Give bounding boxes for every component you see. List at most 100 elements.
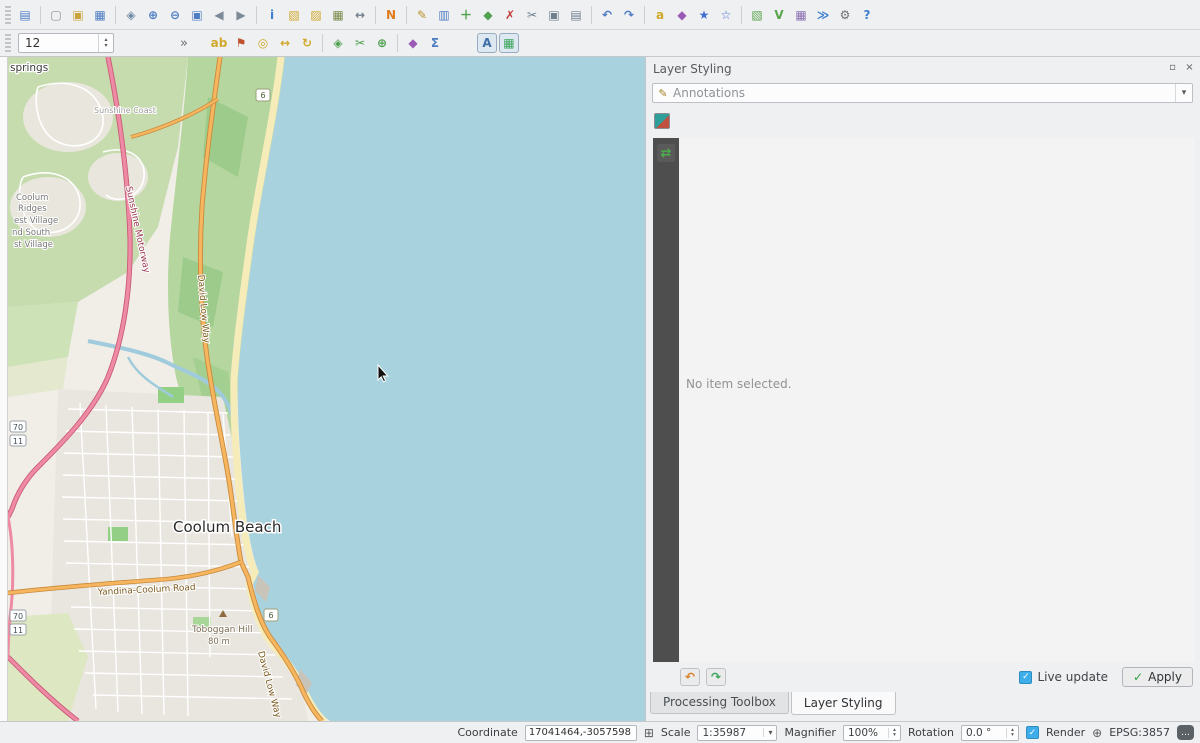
merge-features-icon[interactable]: ⊕: [372, 33, 392, 53]
messages-button[interactable]: …: [1177, 725, 1194, 740]
style-redo-button[interactable]: ↷: [706, 668, 726, 686]
crs-label[interactable]: EPSG:3857: [1109, 726, 1170, 739]
split-features-icon[interactable]: ✂: [350, 33, 370, 53]
undo-icon[interactable]: ↶: [597, 5, 617, 25]
panel-title: Layer Styling: [653, 62, 732, 76]
vertex-tool-icon[interactable]: ◆: [478, 5, 498, 25]
pan-map-icon[interactable]: ◈: [121, 5, 141, 25]
annotations-layer-icon: ✎: [653, 87, 673, 100]
text-annotation-icon[interactable]: A: [477, 33, 497, 53]
panel-window-buttons: ▫ ×: [1166, 61, 1196, 74]
svg-text:6: 6: [260, 91, 265, 100]
processing-toolbox-icon[interactable]: ⚙: [835, 5, 855, 25]
toggle-editing-icon[interactable]: ✎: [412, 5, 432, 25]
panel-bottom-bar: ↶ ↷ ✓ Live update ✓ Apply: [646, 665, 1200, 689]
coordinate-input[interactable]: [525, 725, 637, 741]
diagram-options-icon[interactable]: ◆: [403, 33, 423, 53]
qgis-window: ▤▢▣▦◈⊕⊖▣◀▶i▧▨▦↔N✎▥＋◆✗✂▣▤↶↷a◆★☆▧V▦≫⚙? 12 …: [0, 0, 1200, 743]
open-project-icon[interactable]: ▣: [68, 5, 88, 25]
toolbar-overflow-chevron[interactable]: »: [180, 36, 188, 51]
magnifier-spinner[interactable]: 100% ▴ ▾: [843, 725, 901, 741]
map-label-town: Coolum Beach: [173, 518, 281, 536]
crs-globe-icon[interactable]: ⊕: [1092, 726, 1102, 740]
cut-features-icon[interactable]: ✂: [522, 5, 542, 25]
add-vector-layer-icon[interactable]: V: [769, 5, 789, 25]
style-undo-button[interactable]: ↶: [680, 668, 700, 686]
paste-features-icon[interactable]: ▤: [566, 5, 586, 25]
extents-toggle-icon[interactable]: ⊞: [644, 726, 654, 740]
tab-layer-styling[interactable]: Layer Styling: [791, 692, 896, 715]
font-size-spinner[interactable]: ▴ ▾: [98, 34, 113, 52]
symbology-tab-icon[interactable]: [654, 113, 670, 129]
rotate-label-icon[interactable]: ↻: [297, 33, 317, 53]
deselect-features-icon[interactable]: ▨: [306, 5, 326, 25]
font-size-combo[interactable]: 12 ▴ ▾: [18, 33, 114, 53]
attribute-table-icon[interactable]: ▦: [328, 5, 348, 25]
zoom-next-icon[interactable]: ▶: [231, 5, 251, 25]
map-label-hill-elev: 80 m: [208, 637, 230, 647]
scale-dropdown-icon[interactable]: ▾: [763, 728, 776, 737]
toolbar-separator: [644, 6, 645, 24]
measure-icon[interactable]: ↔: [350, 5, 370, 25]
layer-select-dropdown[interactable]: ✎ Annotations ▾: [652, 83, 1193, 103]
toolbar-separator: [741, 6, 742, 24]
map-label-hill: Toboggan Hill: [191, 625, 252, 635]
collapsed-left-panel[interactable]: [0, 57, 8, 721]
new-project-icon[interactable]: ▢: [46, 5, 66, 25]
styling-tabs-strip[interactable]: ⇄: [653, 138, 679, 662]
zoom-last-icon[interactable]: ◀: [209, 5, 229, 25]
close-panel-icon[interactable]: ×: [1183, 61, 1196, 74]
open-data-source-manager-icon[interactable]: ▤: [15, 5, 35, 25]
add-raster-layer-icon[interactable]: ▦: [791, 5, 811, 25]
apply-button[interactable]: ✓ Apply: [1122, 667, 1193, 687]
highlight-labels-icon[interactable]: ◎: [253, 33, 273, 53]
show-bookmarks-icon[interactable]: ☆: [716, 5, 736, 25]
toolbar-separator: [322, 34, 323, 52]
select-features-icon[interactable]: ▧: [284, 5, 304, 25]
render-checkbox[interactable]: ✓: [1026, 726, 1039, 739]
toolbar-handle-2[interactable]: [5, 34, 11, 52]
dropdown-arrow-icon[interactable]: ▾: [1175, 84, 1192, 102]
toolbar-separator: [397, 34, 398, 52]
style-dock-icon[interactable]: ▦: [499, 33, 519, 53]
new-bookmark-icon[interactable]: ★: [694, 5, 714, 25]
move-feature-icon[interactable]: ◈: [328, 33, 348, 53]
render-label: Render: [1046, 726, 1085, 739]
labeling-icon[interactable]: a: [650, 5, 670, 25]
pin-labels-icon[interactable]: ⚑: [231, 33, 251, 53]
new-virtual-layer-icon[interactable]: ▧: [747, 5, 767, 25]
save-edits-icon[interactable]: ▥: [434, 5, 454, 25]
copy-features-icon[interactable]: ▣: [544, 5, 564, 25]
add-feature-icon[interactable]: ＋: [456, 5, 476, 25]
map-estate-patch: [88, 153, 148, 201]
live-update-checkbox[interactable]: ✓: [1019, 671, 1032, 684]
identify-features-icon[interactable]: i: [262, 5, 282, 25]
diagrams-icon[interactable]: ◆: [672, 5, 692, 25]
zoom-in-icon[interactable]: ⊕: [143, 5, 163, 25]
rotation-spinner[interactable]: 0.0 ° ▴ ▾: [961, 725, 1019, 741]
save-project-icon[interactable]: ▦: [90, 5, 110, 25]
font-size-value: 12: [19, 36, 98, 50]
map-canvas[interactable]: 6 6 70 11 70 11 springs Sunshine Coast: [8, 57, 645, 721]
move-label-icon[interactable]: ↔: [275, 33, 295, 53]
spin-down-icon[interactable]: ▾: [104, 43, 107, 49]
spin-down-icon[interactable]: ▾: [1011, 733, 1014, 738]
live-update-label: Live update: [1037, 670, 1108, 684]
map-label-sunshine-coast: Sunshine Coast: [94, 106, 156, 115]
statistics-icon[interactable]: Σ: [425, 33, 445, 53]
spin-down-icon[interactable]: ▾: [893, 733, 896, 738]
north-arrow-icon[interactable]: N: [381, 5, 401, 25]
toolbar-handle[interactable]: [5, 6, 11, 24]
undock-panel-icon[interactable]: ▫: [1166, 61, 1179, 74]
zoom-full-icon[interactable]: ▣: [187, 5, 207, 25]
help-icon[interactable]: ?: [857, 5, 877, 25]
scale-combo[interactable]: 1:35987 ▾: [697, 725, 777, 741]
redo-icon[interactable]: ↷: [619, 5, 639, 25]
delete-selected-icon[interactable]: ✗: [500, 5, 520, 25]
tab-processing-toolbox[interactable]: Processing Toolbox: [650, 692, 789, 714]
rotation-label: Rotation: [908, 726, 954, 739]
zoom-out-icon[interactable]: ⊖: [165, 5, 185, 25]
label-toolbar-icon[interactable]: ab: [209, 33, 229, 53]
python-console-icon[interactable]: ≫: [813, 5, 833, 25]
annotation-arrows-icon[interactable]: ⇄: [657, 144, 675, 162]
